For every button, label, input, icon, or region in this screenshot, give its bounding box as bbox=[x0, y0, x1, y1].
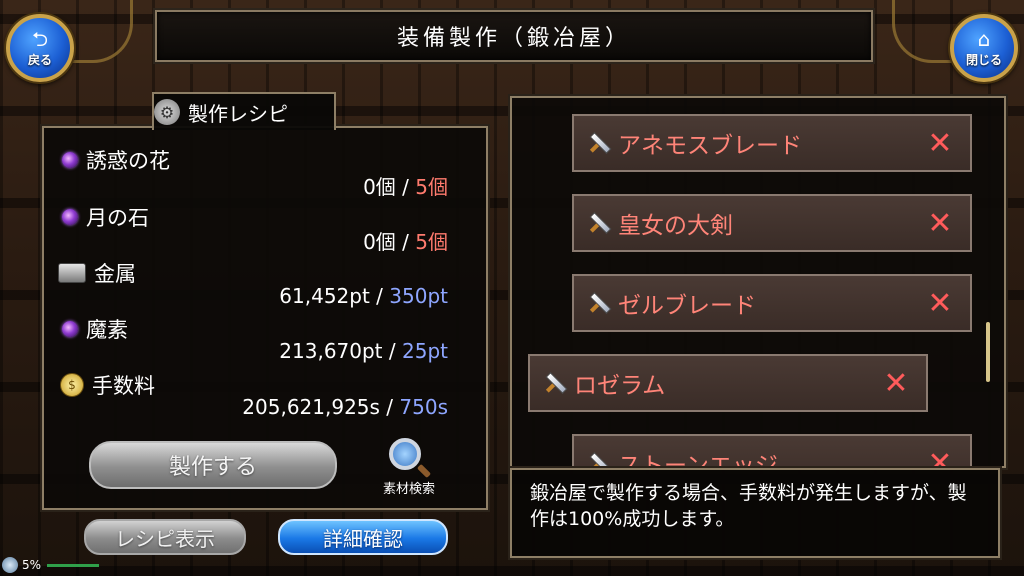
have-value: 0個 bbox=[363, 175, 396, 199]
remove-x-icon[interactable]: ✕ bbox=[866, 366, 926, 401]
material-search-button[interactable]: 素材検索 bbox=[364, 438, 454, 498]
have-value: 0個 bbox=[363, 230, 396, 254]
sword-icon bbox=[588, 212, 610, 234]
sword-icon bbox=[588, 292, 610, 314]
back-button[interactable]: ⮌ 戻る bbox=[6, 14, 74, 82]
have-value: 213,670pt bbox=[279, 339, 383, 363]
requirement-value: 213,670pt / 25pt bbox=[48, 339, 448, 363]
detail-check-button[interactable]: 詳細確認 bbox=[278, 519, 448, 555]
sword-icon bbox=[544, 372, 566, 394]
sword-icon bbox=[588, 132, 610, 154]
separator: / bbox=[402, 175, 409, 199]
sword-icon bbox=[588, 452, 610, 466]
need-value: 750s bbox=[399, 395, 448, 419]
recipe-gear-icon: ⚙ bbox=[154, 99, 180, 125]
item-name: アネモスブレード bbox=[618, 133, 802, 159]
remove-x-icon[interactable]: ✕ bbox=[910, 446, 970, 467]
coin-icon: $ bbox=[60, 373, 84, 397]
recipe-title: 製作レシピ bbox=[188, 101, 288, 126]
list-item-selected[interactable]: ロゼラム ✕ bbox=[528, 354, 928, 412]
close-button-label: 閉じる bbox=[965, 52, 1002, 67]
page-title: 装備製作（鍛冶屋） bbox=[155, 10, 873, 62]
item-name: 皇女の大剣 bbox=[618, 213, 733, 239]
separator: / bbox=[402, 230, 409, 254]
requirement-value: 0個 / 5個 bbox=[48, 171, 448, 200]
material-search-label: 素材検索 bbox=[382, 482, 435, 497]
purple-orb-icon bbox=[62, 152, 78, 168]
requirement-value: 61,452pt / 350pt bbox=[48, 284, 448, 308]
status-progress-bar bbox=[47, 563, 100, 567]
separator: / bbox=[386, 395, 394, 419]
list-item[interactable]: ゼルブレード ✕ bbox=[572, 274, 972, 332]
have-value: 205,621,925s bbox=[242, 395, 380, 419]
metal-ingot-icon bbox=[58, 263, 86, 283]
globe-icon bbox=[2, 557, 18, 573]
recipe-view-button[interactable]: レシピ表示 bbox=[84, 519, 246, 555]
requirement-value: 0個 / 5個 bbox=[48, 226, 448, 255]
close-button[interactable]: ⌂ 閉じる bbox=[950, 14, 1018, 82]
back-button-label: 戻る bbox=[27, 52, 52, 67]
list-item[interactable]: アネモスブレード ✕ bbox=[572, 114, 972, 172]
magnifier-icon bbox=[389, 438, 421, 470]
return-arrow-icon: ⮌ bbox=[31, 26, 49, 51]
recipe-header: ⚙ 製作レシピ bbox=[152, 92, 336, 130]
list-item[interactable]: ストーンエッジ ✕ bbox=[572, 434, 972, 468]
need-value: 350pt bbox=[389, 284, 448, 308]
separator: / bbox=[388, 339, 396, 363]
purple-orb-icon bbox=[62, 321, 78, 337]
need-value: 5個 bbox=[415, 230, 448, 254]
remove-x-icon[interactable]: ✕ bbox=[910, 126, 970, 161]
remove-x-icon[interactable]: ✕ bbox=[910, 206, 970, 241]
home-icon: ⌂ bbox=[977, 26, 991, 51]
status-percent: 5% bbox=[22, 558, 42, 572]
need-value: 5個 bbox=[415, 175, 448, 199]
item-name: ストーンエッジ bbox=[618, 453, 778, 468]
equipment-list[interactable]: アネモスブレード ✕ 皇女の大剣 ✕ ゼルブレード ✕ ロゼラム ✕ ストーンエ… bbox=[510, 96, 1006, 468]
message-box: 鍛冶屋で製作する場合、手数料が発生しますが、製作は100%成功します。 bbox=[510, 468, 1000, 558]
separator: / bbox=[376, 284, 383, 308]
item-name: ロゼラム bbox=[574, 373, 666, 399]
have-value: 61,452pt bbox=[279, 284, 370, 308]
list-item[interactable]: 皇女の大剣 ✕ bbox=[572, 194, 972, 252]
requirement-value: 205,621,925s / 750s bbox=[48, 395, 448, 419]
need-value: 25pt bbox=[402, 339, 448, 363]
craft-button[interactable]: 製作する bbox=[89, 441, 337, 489]
list-scrollbar[interactable] bbox=[986, 322, 990, 382]
item-name: ゼルブレード bbox=[618, 293, 756, 319]
remove-x-icon[interactable]: ✕ bbox=[910, 286, 970, 321]
purple-orb-icon bbox=[62, 209, 78, 225]
status-indicator: 5% bbox=[2, 556, 100, 574]
